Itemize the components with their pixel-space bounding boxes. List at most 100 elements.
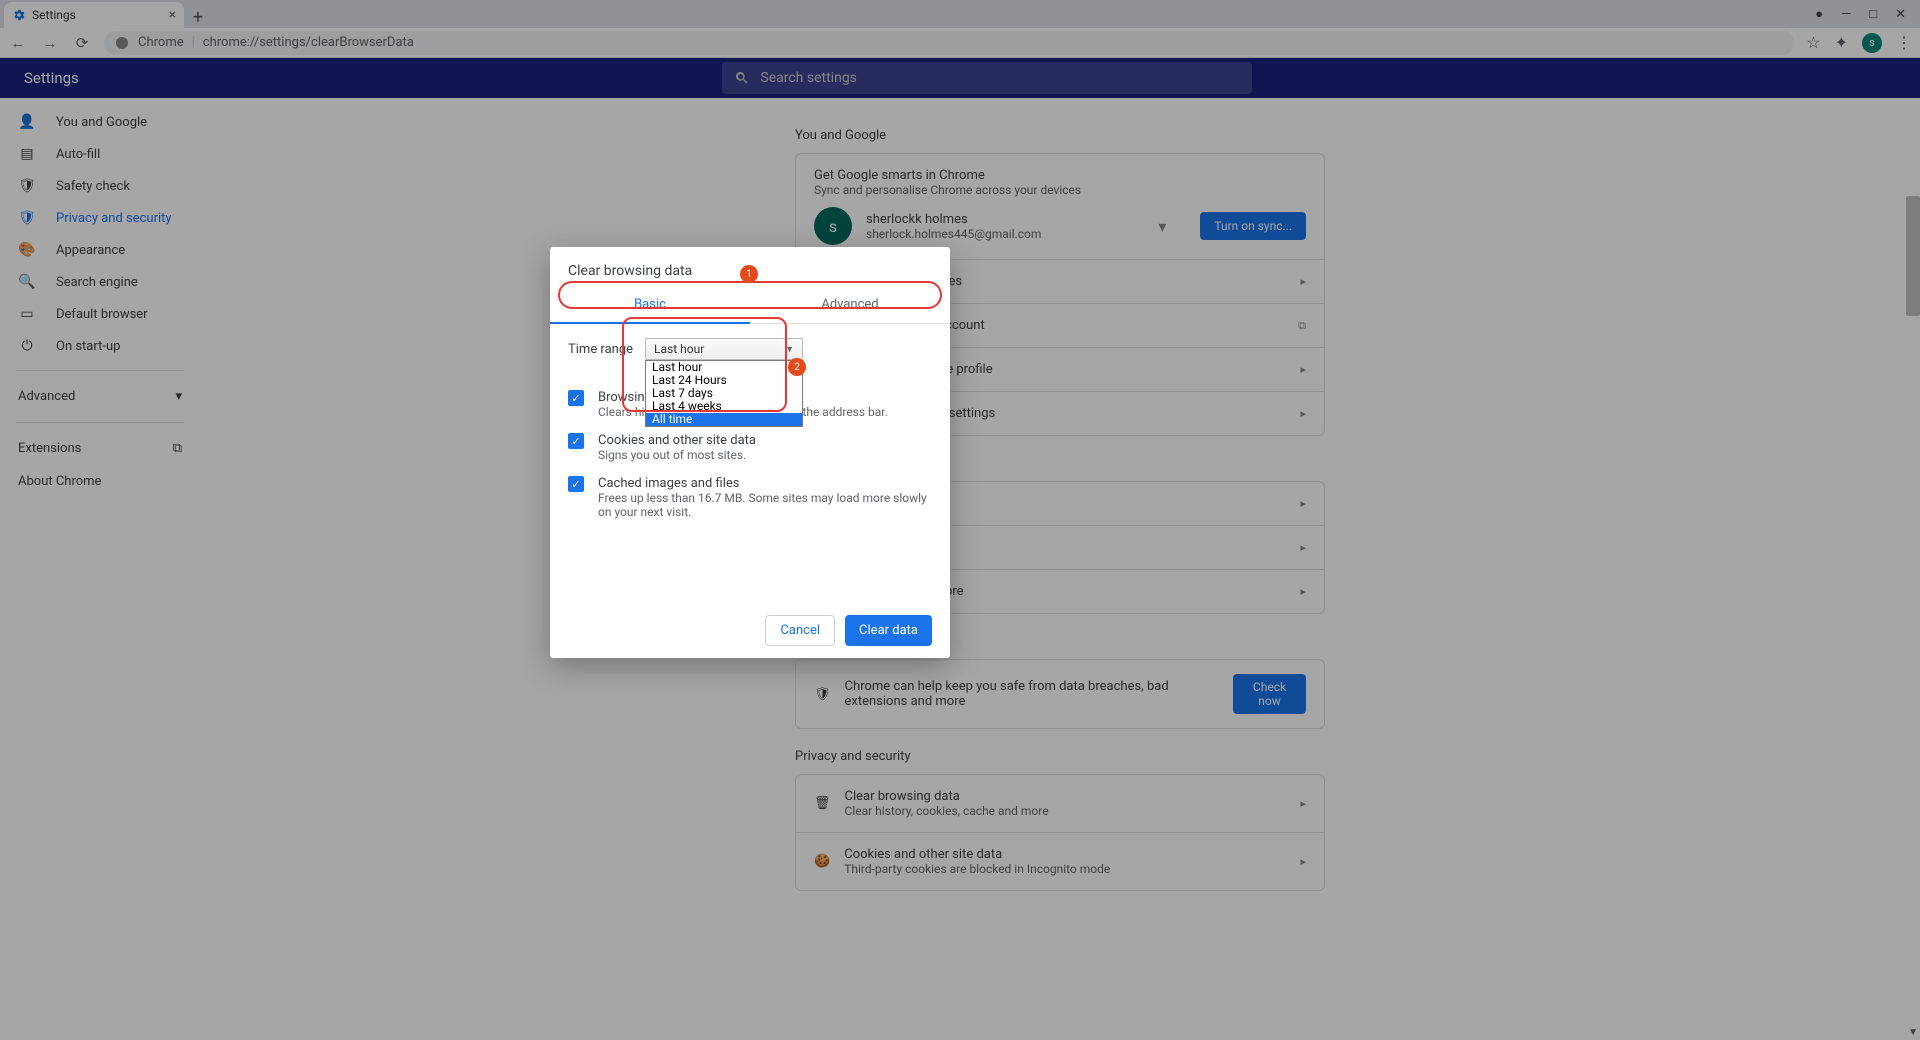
chevron-right-icon: ▸ xyxy=(1300,541,1306,554)
reload-button[interactable]: ⟳ xyxy=(72,34,92,52)
profile-avatar: s xyxy=(814,207,852,245)
chevron-right-icon: ▸ xyxy=(1300,275,1306,288)
search-icon xyxy=(734,70,750,86)
chrome-page-icon xyxy=(114,35,130,51)
power-icon: ⏻ xyxy=(18,338,36,354)
profile-email: sherlock.holmes445@gmail.com xyxy=(866,227,1144,241)
sync-subtitle: Sync and personalise Chrome across your … xyxy=(814,183,1306,197)
appearance-icon: 🎨 xyxy=(18,242,36,258)
chevron-right-icon: ▸ xyxy=(1300,407,1306,420)
back-button[interactable]: ← xyxy=(8,34,28,52)
forward-button[interactable]: → xyxy=(40,34,60,52)
account-indicator-icon[interactable]: ● xyxy=(1815,6,1823,22)
sidebar-divider xyxy=(16,370,184,371)
chevron-right-icon: ▸ xyxy=(1300,585,1306,598)
clear-browsing-data-dialog: Clear browsing data Basic Advanced Time … xyxy=(550,247,950,658)
profile-avatar-button[interactable]: s xyxy=(1862,33,1882,53)
dialog-tabs: Basic Advanced xyxy=(550,287,950,324)
sidebar-item-search-engine[interactable]: 🔍Search engine xyxy=(0,266,200,298)
shield-check-icon: 🛡 xyxy=(18,178,36,194)
checkbox-row-cache: ✓ Cached images and filesFrees up less t… xyxy=(568,476,932,519)
window-controls: ● — □ ✕ xyxy=(1815,6,1906,22)
sidebar-about-chrome[interactable]: About Chrome xyxy=(0,466,200,497)
chevron-right-icon: ▸ xyxy=(1300,855,1306,868)
chevron-right-icon: ▸ xyxy=(1300,363,1306,376)
sidebar-item-on-startup[interactable]: ⏻On start-up xyxy=(0,330,200,362)
trash-icon: 🗑 xyxy=(814,796,831,811)
sync-title: Get Google smarts in Chrome xyxy=(814,168,1306,183)
bookmark-star-icon[interactable]: ☆ xyxy=(1806,33,1820,52)
time-range-label: Time range xyxy=(568,338,633,357)
omnibox-prefix: Chrome xyxy=(138,35,184,50)
time-range-dropdown: Last hour Last 24 Hours Last 7 days Last… xyxy=(645,360,803,427)
annotation-badge-1: 1 xyxy=(740,265,758,283)
item-sub: Signs you out of most sites. xyxy=(598,448,756,462)
settings-sidebar: 👤You and Google ▤Auto-fill 🛡Safety check… xyxy=(0,98,200,1040)
tab-title: Settings xyxy=(32,8,76,22)
search-settings-input[interactable]: Search settings xyxy=(722,62,1252,94)
option-all-time[interactable]: All time xyxy=(646,413,802,426)
check-now-button[interactable]: Check now xyxy=(1233,674,1306,714)
external-link-icon: ⧉ xyxy=(1298,319,1306,333)
sidebar-item-safety-check[interactable]: 🛡Safety check xyxy=(0,170,200,202)
new-tab-button[interactable]: + xyxy=(184,7,212,28)
checkbox-cache[interactable]: ✓ xyxy=(568,476,584,492)
row-clear-browsing-data[interactable]: 🗑 Clear browsing dataClear history, cook… xyxy=(796,775,1324,832)
minimize-button[interactable]: — xyxy=(1841,7,1851,22)
browser-tab[interactable]: Settings × xyxy=(4,2,184,28)
omnibox-url: chrome://settings/clearBrowserData xyxy=(203,35,414,50)
browser-toolbar: ← → ⟳ Chrome | chrome://settings/clearBr… xyxy=(0,28,1920,58)
sidebar-item-autofill[interactable]: ▤Auto-fill xyxy=(0,138,200,170)
section-you-and-google: You and Google xyxy=(795,128,1325,143)
shield-icon: 🛡 xyxy=(814,687,831,702)
clear-data-button[interactable]: Clear data xyxy=(845,615,932,646)
row-cookies[interactable]: 🍪 Cookies and other site dataThird-party… xyxy=(796,832,1324,890)
window-titlebar: Settings × + ● — □ ✕ xyxy=(0,0,1920,28)
account-dropdown-icon[interactable]: ▾ xyxy=(1158,217,1166,236)
time-range-value: Last hour xyxy=(654,342,704,356)
sidebar-item-default-browser[interactable]: ▭Default browser xyxy=(0,298,200,330)
sidebar-advanced-toggle[interactable]: Advanced▾ xyxy=(0,379,200,414)
close-tab-icon[interactable]: × xyxy=(169,7,176,23)
maximize-button[interactable]: □ xyxy=(1869,6,1877,22)
checkbox-browsing-history[interactable]: ✓ xyxy=(568,390,584,406)
item-title: Cached images and files xyxy=(598,476,932,491)
row-safety: 🛡 Chrome can help keep you safe from dat… xyxy=(796,660,1324,728)
cookie-icon: 🍪 xyxy=(814,854,830,869)
item-sub: Frees up less than 16.7 MB. Some sites m… xyxy=(598,491,932,519)
omnibox-separator: | xyxy=(192,35,195,50)
settings-title: Settings xyxy=(24,69,79,87)
person-icon: 👤 xyxy=(18,114,36,130)
sidebar-item-appearance[interactable]: 🎨Appearance xyxy=(0,234,200,266)
tab-basic[interactable]: Basic xyxy=(550,287,750,324)
address-bar[interactable]: Chrome | chrome://settings/clearBrowserD… xyxy=(104,31,1794,55)
search-icon: 🔍 xyxy=(18,274,36,290)
safety-card: 🛡 Chrome can help keep you safe from dat… xyxy=(795,659,1325,729)
profile-name: sherlockk holmes xyxy=(866,212,1144,227)
autofill-icon: ▤ xyxy=(18,146,36,162)
privacy-card: 🗑 Clear browsing dataClear history, cook… xyxy=(795,774,1325,891)
checkbox-cookies[interactable]: ✓ xyxy=(568,433,584,449)
cancel-button[interactable]: Cancel xyxy=(765,615,835,646)
tab-advanced[interactable]: Advanced xyxy=(750,287,950,323)
chrome-menu-button[interactable]: ⋮ xyxy=(1896,33,1912,52)
sidebar-extensions[interactable]: Extensions⧉ xyxy=(0,431,200,466)
annotation-badge-2: 2 xyxy=(788,358,806,376)
shield-icon: 🛡 xyxy=(18,210,36,226)
time-range-select[interactable]: Last hour ▼ xyxy=(645,338,803,360)
settings-body: 👤You and Google ▤Auto-fill 🛡Safety check… xyxy=(0,98,1920,1040)
tab-strip: Settings × + xyxy=(4,0,1815,28)
scroll-down-arrow[interactable]: ▼ xyxy=(1908,1027,1918,1038)
extensions-icon[interactable]: ✦ xyxy=(1835,33,1848,52)
external-link-icon: ⧉ xyxy=(173,441,182,456)
sidebar-item-privacy-and-security[interactable]: 🛡Privacy and security xyxy=(0,202,200,234)
scrollbar-thumb[interactable] xyxy=(1906,196,1920,316)
turn-on-sync-button[interactable]: Turn on sync... xyxy=(1200,212,1306,240)
gear-icon xyxy=(12,8,26,22)
browser-icon: ▭ xyxy=(18,306,36,322)
sidebar-item-you-and-google[interactable]: 👤You and Google xyxy=(0,106,200,138)
close-window-button[interactable]: ✕ xyxy=(1895,7,1906,22)
chevron-right-icon: ▸ xyxy=(1300,497,1306,510)
settings-content: You and Google Get Google smarts in Chro… xyxy=(200,98,1920,1040)
dropdown-arrow-icon: ▼ xyxy=(785,344,794,355)
